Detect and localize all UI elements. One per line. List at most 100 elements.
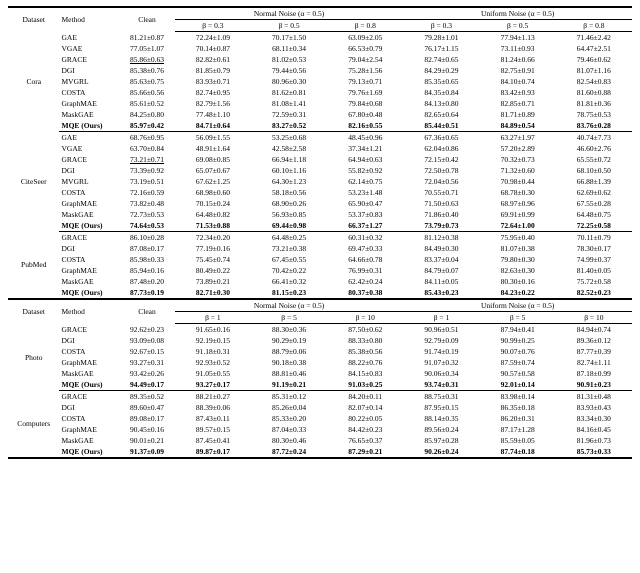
value-cell: 80.96±0.30 [251, 76, 327, 87]
table-row: MQE (Ours)94.49±0.1793.27±0.1791.19±0.21… [8, 379, 632, 391]
value-cell: 84.16±0.45 [556, 424, 632, 435]
value-cell: 82.75±0.91 [480, 65, 556, 76]
value-cell: 77.19±0.16 [175, 243, 251, 254]
value-cell: 81.15±0.23 [251, 287, 327, 299]
value-cell: 78.75±0.53 [556, 109, 632, 120]
table-row: DGI85.38±0.7681.85±0.7979.44±0.5675.28±1… [8, 65, 632, 76]
value-cell: 72.04±0.56 [403, 176, 479, 187]
value-cell: 84.49±0.30 [403, 243, 479, 254]
beta-col: β = 0.5 [251, 20, 327, 32]
value-cell: 84.20±0.11 [327, 391, 403, 403]
value-cell: 88.79±0.06 [251, 346, 327, 357]
col-method-b: Method [59, 300, 119, 324]
value-cell: 70.14±0.87 [175, 43, 251, 54]
table-row: VGAE77.05±1.0770.14±0.8768.11±0.3466.53±… [8, 43, 632, 54]
value-cell: 69.47±0.33 [327, 243, 403, 254]
clean-cell: 90.45±0.16 [119, 424, 175, 435]
value-cell: 70.11±0.79 [556, 232, 632, 244]
value-cell: 87.74±0.18 [480, 446, 556, 458]
method-cell: MQE (Ours) [59, 287, 119, 299]
col-uniform-noise-b: Uniform Noise (α = 0.5) [403, 300, 632, 312]
value-cell: 63.27±1.97 [480, 132, 556, 144]
clean-cell: 92.62±0.23 [119, 324, 175, 336]
value-cell: 89.87±0.17 [175, 446, 251, 458]
col-normal-noise: Normal Noise (α = 0.5) [175, 8, 404, 20]
value-cell: 71.53±0.88 [175, 220, 251, 232]
table-row: CoraGAE81.21±0.8772.24±1.0970.17±1.5063.… [8, 32, 632, 44]
value-cell: 91.03±0.25 [327, 379, 403, 391]
method-cell: GraphMAE [59, 198, 119, 209]
value-cell: 84.89±0.54 [480, 120, 556, 132]
table-row: COSTA89.08±0.1787.43±0.1185.33±0.2080.22… [8, 413, 632, 424]
value-cell: 91.19±0.21 [251, 379, 327, 391]
clean-cell: 72.16±0.59 [119, 187, 175, 198]
value-cell: 71.50±0.63 [403, 198, 479, 209]
value-cell: 69.08±0.85 [175, 154, 251, 165]
value-cell: 78.30±0.17 [556, 243, 632, 254]
method-cell: GRACE [59, 232, 119, 244]
method-cell: GraphMAE [59, 424, 119, 435]
value-cell: 76.99±0.31 [327, 265, 403, 276]
clean-cell: 85.63±0.75 [119, 76, 175, 87]
clean-cell: 92.67±0.15 [119, 346, 175, 357]
value-cell: 65.55±0.72 [556, 154, 632, 165]
value-cell: 83.93±0.71 [175, 76, 251, 87]
value-cell: 80.30±0.16 [480, 276, 556, 287]
value-cell: 84.11±0.05 [403, 276, 479, 287]
value-cell: 85.44±0.51 [403, 120, 479, 132]
table-row: DGI89.60±0.4788.39±0.0685.26±0.0482.07±0… [8, 402, 632, 413]
method-cell: DGI [59, 402, 119, 413]
value-cell: 82.85±0.71 [480, 98, 556, 109]
results-table: Dataset Method Clean Normal Noise (α = 0… [8, 6, 632, 459]
value-cell: 82.74±1.11 [556, 357, 632, 368]
method-cell: COSTA [59, 413, 119, 424]
clean-cell: 74.64±0.53 [119, 220, 175, 232]
value-cell: 87.95±0.15 [403, 402, 479, 413]
method-cell: VGAE [59, 43, 119, 54]
value-cell: 87.72±0.24 [251, 446, 327, 458]
clean-cell: 85.38±0.76 [119, 65, 175, 76]
beta-col: β = 1 [403, 312, 479, 324]
value-cell: 40.74±7.73 [556, 132, 632, 144]
value-cell: 67.80±0.48 [327, 109, 403, 120]
value-cell: 72.24±1.09 [175, 32, 251, 44]
method-cell: COSTA [59, 87, 119, 98]
value-cell: 90.26±0.24 [403, 446, 479, 458]
value-cell: 71.86±0.40 [403, 209, 479, 220]
clean-cell: 89.35±0.52 [119, 391, 175, 403]
beta-col: β = 0.3 [175, 20, 251, 32]
method-cell: MaskGAE [59, 109, 119, 120]
table-row: GraphMAE93.27±0.3192.93±0.5290.18±0.3888… [8, 357, 632, 368]
table-row: GraphMAE85.61±0.5282.79±1.5681.08±1.4179… [8, 98, 632, 109]
value-cell: 88.30±0.36 [251, 324, 327, 336]
value-cell: 89.36±0.12 [556, 335, 632, 346]
value-cell: 85.26±0.04 [251, 402, 327, 413]
value-cell: 67.36±0.65 [403, 132, 479, 144]
dataset-cell: CiteSeer [8, 132, 59, 232]
value-cell: 66.88±1.39 [556, 176, 632, 187]
value-cell: 88.39±0.06 [175, 402, 251, 413]
value-cell: 56.09±1.55 [175, 132, 251, 144]
value-cell: 79.04±2.54 [327, 54, 403, 65]
value-cell: 83.27±0.52 [251, 120, 327, 132]
value-cell: 55.82±0.92 [327, 165, 403, 176]
value-cell: 91.07±0.32 [403, 357, 479, 368]
value-cell: 79.84±0.68 [327, 98, 403, 109]
value-cell: 81.02±0.53 [251, 54, 327, 65]
value-cell: 91.65±0.16 [175, 324, 251, 336]
value-cell: 46.60±2.76 [556, 143, 632, 154]
clean-cell: 85.66±0.56 [119, 87, 175, 98]
value-cell: 87.59±0.74 [480, 357, 556, 368]
value-cell: 48.45±0.96 [327, 132, 403, 144]
value-cell: 76.65±0.37 [327, 435, 403, 446]
table-row: DGI93.09±0.0892.19±0.1590.29±0.1988.33±0… [8, 335, 632, 346]
value-cell: 70.15±0.24 [175, 198, 251, 209]
value-cell: 92.19±0.15 [175, 335, 251, 346]
value-cell: 91.74±0.19 [403, 346, 479, 357]
value-cell: 91.18±0.31 [175, 346, 251, 357]
value-cell: 84.42±0.23 [327, 424, 403, 435]
value-cell: 56.93±0.85 [251, 209, 327, 220]
table-row: PhotoGRACE92.62±0.2391.65±0.1688.30±0.36… [8, 324, 632, 336]
col-dataset: Dataset [8, 8, 59, 32]
clean-cell: 85.98±0.33 [119, 254, 175, 265]
